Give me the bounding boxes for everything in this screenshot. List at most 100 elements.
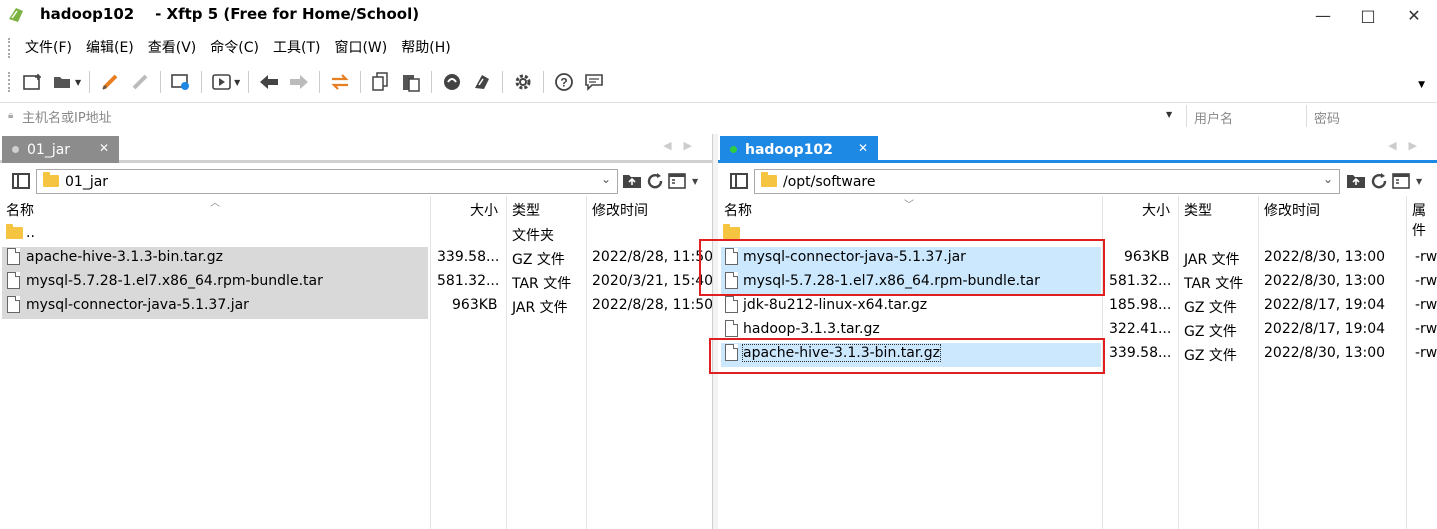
back-icon[interactable]	[257, 70, 281, 94]
col-name[interactable]: 名称	[724, 200, 752, 220]
window-title: hadoop102 - Xftp 5 (Free for Home/School…	[40, 5, 420, 23]
file-icon	[7, 248, 20, 265]
menu-window[interactable]: 窗口(W)	[327, 34, 394, 62]
transfer-dropdown-icon[interactable]: ▼	[234, 78, 240, 87]
menu-help[interactable]: 帮助(H)	[394, 34, 457, 62]
annotation-box	[699, 239, 1105, 296]
local-path-input[interactable]: 01_jar ⌄	[36, 169, 618, 194]
tab-connected-dot	[730, 146, 737, 153]
new-session-icon[interactable]	[21, 70, 45, 94]
tab-scroll-arrows[interactable]: ◀▶	[1388, 139, 1429, 152]
view-dropdown-icon[interactable]: ▼	[692, 177, 698, 194]
toolbar-grip	[8, 72, 12, 92]
path-dropdown-icon[interactable]: ⌄	[1323, 172, 1333, 186]
forward-icon[interactable]	[287, 70, 311, 94]
transfer-icon[interactable]	[210, 70, 234, 94]
col-modified[interactable]: 修改时间	[592, 200, 648, 220]
address-bar: 🔒︎ 主机名或IP地址 ▼ 用户名 密码	[0, 102, 1437, 128]
sort-asc-icon: ︿	[210, 198, 220, 209]
list-item[interactable]: jdk-8u212-linux-x64.tar.gz 185.98... GZ …	[718, 294, 1437, 318]
menu-file[interactable]: 文件(F)	[18, 34, 79, 62]
title-bar: hadoop102 - Xftp 5 (Free for Home/School…	[0, 0, 1437, 30]
folder-icon	[43, 172, 59, 187]
annotation-box	[709, 338, 1105, 374]
sync-icon[interactable]	[328, 70, 352, 94]
lock-icon: 🔒︎	[8, 110, 14, 121]
host-input[interactable]: 主机名或IP地址	[22, 107, 112, 126]
menu-command[interactable]: 命令(C)	[203, 34, 266, 62]
disconnect-icon[interactable]	[128, 70, 152, 94]
xftp-logo-icon	[9, 8, 23, 22]
connect-icon[interactable]	[98, 70, 122, 94]
list-item[interactable]: .. 文件夹	[0, 222, 712, 246]
local-tabstrip: 01_jar ✕ ◀▶	[0, 134, 712, 163]
col-size[interactable]: 大小	[1142, 200, 1170, 220]
folder-icon	[761, 172, 777, 187]
path-text: 01_jar	[65, 173, 109, 190]
remote-tabstrip: hadoop102 ✕ ◀▶	[718, 134, 1437, 163]
panel-toggle-icon[interactable]	[730, 173, 748, 189]
list-item[interactable]: apache-hive-3.1.3-bin.tar.gz 339.58... G…	[0, 246, 712, 270]
col-name[interactable]: 名称	[6, 200, 34, 220]
view-dropdown-icon[interactable]: ▼	[1416, 177, 1422, 194]
path-text: /opt/software	[783, 173, 876, 190]
file-icon	[725, 296, 738, 313]
chat-icon[interactable]	[582, 70, 606, 94]
toolbar-overflow-icon[interactable]: ▼	[1418, 80, 1425, 90]
tab-close-icon[interactable]: ✕	[858, 141, 868, 155]
remote-path-input[interactable]: /opt/software ⌄	[754, 169, 1340, 194]
panel-toggle-icon[interactable]	[12, 173, 30, 189]
xshell-icon[interactable]	[440, 70, 464, 94]
settings-icon[interactable]	[511, 70, 535, 94]
refresh-icon[interactable]	[1370, 172, 1388, 194]
view-mode-icon[interactable]	[668, 172, 688, 194]
remote-pathbar: /opt/software ⌄ ▼	[718, 168, 1437, 194]
tab-remote[interactable]: hadoop102 ✕	[720, 136, 878, 163]
parent-folder-icon[interactable]	[622, 172, 642, 194]
open-dropdown-icon[interactable]: ▼	[75, 78, 81, 87]
folder-icon	[723, 224, 740, 239]
tab-local[interactable]: 01_jar ✕	[2, 136, 119, 163]
help-icon[interactable]: ?	[552, 70, 576, 94]
list-item[interactable]: mysql-5.7.28-1.el7.x86_64.rpm-bundle.tar…	[0, 270, 712, 294]
local-panel: 01_jar ✕ ◀▶ 01_jar ⌄ ▼ 名称 ︿ 大小 类型 修改时间 .…	[0, 134, 712, 529]
menu-edit[interactable]: 编辑(E)	[79, 34, 141, 62]
menu-grip	[8, 38, 12, 58]
list-item[interactable]: mysql-connector-java-5.1.37.jar 963KB JA…	[0, 294, 712, 318]
sort-desc-icon: ﹀	[904, 200, 914, 211]
tab-label: 01_jar	[27, 141, 71, 158]
tab-label: hadoop102	[745, 141, 833, 158]
menu-bar: 文件(F) 编辑(E) 查看(V) 命令(C) 工具(T) 窗口(W) 帮助(H…	[0, 34, 458, 62]
folder-icon	[6, 224, 23, 239]
host-dropdown-icon[interactable]: ▼	[1166, 110, 1172, 119]
paste-icon[interactable]	[399, 70, 423, 94]
parent-folder-icon[interactable]	[1346, 172, 1366, 194]
refresh-icon[interactable]	[646, 172, 664, 194]
tab-status-dot	[12, 146, 19, 153]
close-button[interactable]: ✕	[1391, 0, 1437, 30]
remote-column-header: 名称 ﹀ 大小 类型 修改时间 属件	[718, 196, 1437, 239]
path-dropdown-icon[interactable]: ⌄	[601, 172, 611, 186]
col-modified[interactable]: 修改时间	[1264, 200, 1320, 220]
svg-text:?: ?	[561, 76, 568, 90]
col-size[interactable]: 大小	[470, 200, 498, 220]
password-input[interactable]: 密码	[1314, 108, 1340, 127]
tab-close-icon[interactable]: ✕	[99, 141, 109, 155]
tab-scroll-arrows[interactable]: ◀▶	[663, 139, 704, 152]
maximize-button[interactable]: □	[1345, 0, 1391, 30]
xmanager-icon[interactable]	[470, 70, 494, 94]
file-icon	[7, 296, 20, 313]
minimize-button[interactable]: —	[1300, 0, 1346, 30]
col-type[interactable]: 类型	[512, 200, 540, 220]
session-properties-icon[interactable]	[169, 70, 193, 94]
view-mode-icon[interactable]	[1392, 172, 1412, 194]
username-input[interactable]: 用户名	[1194, 108, 1233, 127]
toolbar: ▼ ▼ ? ▼	[0, 66, 1437, 98]
menu-view[interactable]: 查看(V)	[141, 34, 204, 62]
col-type[interactable]: 类型	[1184, 200, 1212, 220]
menu-tools[interactable]: 工具(T)	[266, 34, 327, 62]
file-icon	[725, 320, 738, 337]
open-folder-icon[interactable]	[51, 70, 75, 94]
copy-icon[interactable]	[369, 70, 393, 94]
remote-panel: hadoop102 ✕ ◀▶ /opt/software ⌄ ▼ 名称 ﹀ 大小	[718, 134, 1437, 529]
